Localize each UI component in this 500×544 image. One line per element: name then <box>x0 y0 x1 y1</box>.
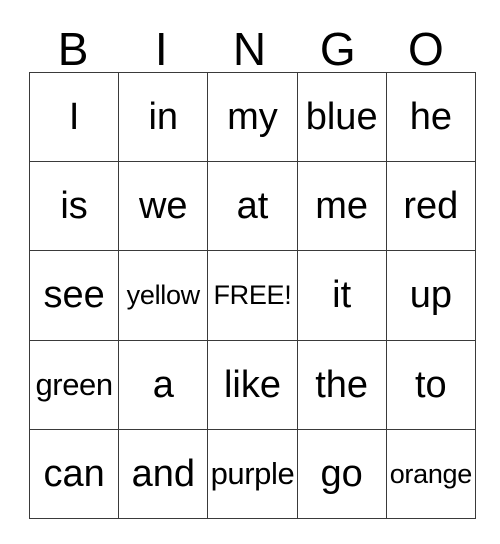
bingo-cell-label: he <box>409 96 452 139</box>
bingo-cell[interactable]: red <box>385 161 476 252</box>
bingo-cell-label: at <box>236 185 269 228</box>
bingo-cell[interactable]: blue <box>296 71 387 163</box>
bingo-cell[interactable]: go <box>296 428 387 519</box>
bingo-cell-label: we <box>138 185 188 228</box>
bingo-header: B I N G O <box>29 18 470 72</box>
bingo-cell[interactable]: like <box>207 339 298 430</box>
bingo-cell[interactable]: in <box>118 71 209 163</box>
bingo-cell[interactable]: and <box>118 428 209 519</box>
bingo-cell-label: I <box>68 96 80 139</box>
bingo-card: B I N G O I in my blue he is we at me re… <box>0 0 500 544</box>
header-letter-n: N <box>232 23 267 75</box>
bingo-cell[interactable]: to <box>385 339 476 430</box>
bingo-cell-label: it <box>332 274 352 317</box>
bingo-cell[interactable]: green <box>28 339 120 430</box>
bingo-cell-label: and <box>131 452 195 495</box>
bingo-row: I in my blue he <box>28 71 476 163</box>
bingo-cell[interactable]: we <box>118 161 209 252</box>
bingo-cell-label: orange <box>389 458 473 489</box>
header-letter-i: I <box>154 23 168 75</box>
bingo-cell[interactable]: my <box>207 71 298 163</box>
bingo-cell-label: my <box>227 96 278 139</box>
bingo-row: can and purple go orange <box>28 428 476 519</box>
bingo-cell[interactable]: it <box>296 250 387 341</box>
bingo-grid: I in my blue he is we at me red see yell… <box>28 71 476 519</box>
bingo-cell-free[interactable]: FREE! <box>207 250 298 341</box>
bingo-cell[interactable]: me <box>296 161 387 252</box>
bingo-cell-label: in <box>148 96 179 139</box>
bingo-cell[interactable]: he <box>385 71 476 163</box>
bingo-cell-label: a <box>152 363 174 406</box>
bingo-cell-label: blue <box>305 96 378 139</box>
bingo-cell[interactable]: up <box>385 250 476 341</box>
bingo-cell-label: purple <box>210 456 295 492</box>
header-letter-o: O <box>408 23 444 75</box>
bingo-row: see yellow FREE! it up <box>28 250 476 341</box>
bingo-cell-label: green <box>35 367 113 403</box>
bingo-cell-label: can <box>43 452 105 495</box>
bingo-cell-label: see <box>43 274 105 317</box>
bingo-cell[interactable]: is <box>28 161 120 252</box>
bingo-cell-label: to <box>414 363 447 406</box>
bingo-cell-label: up <box>409 274 452 317</box>
bingo-cell[interactable]: at <box>207 161 298 252</box>
bingo-cell[interactable]: the <box>296 339 387 430</box>
bingo-cell-label-free: FREE! <box>213 280 292 311</box>
bingo-cell-label: red <box>403 185 459 228</box>
bingo-cell-label: go <box>320 452 363 495</box>
bingo-cell[interactable]: can <box>28 428 120 519</box>
bingo-cell-label: is <box>60 185 88 228</box>
bingo-cell[interactable]: orange <box>385 428 476 519</box>
bingo-row: green a like the to <box>28 339 476 430</box>
header-letter-b: B <box>57 23 89 75</box>
header-letter-g: G <box>319 23 356 75</box>
bingo-cell[interactable]: a <box>118 339 209 430</box>
bingo-cell-label: yellow <box>126 280 201 311</box>
bingo-cell[interactable]: yellow <box>118 250 209 341</box>
bingo-row: is we at me red <box>28 161 476 252</box>
bingo-cell[interactable]: purple <box>207 428 298 519</box>
bingo-cell[interactable]: see <box>28 250 120 341</box>
bingo-cell[interactable]: I <box>28 71 120 163</box>
bingo-cell-label: the <box>315 363 369 406</box>
bingo-cell-label: like <box>223 363 281 406</box>
bingo-cell-label: me <box>315 185 369 228</box>
